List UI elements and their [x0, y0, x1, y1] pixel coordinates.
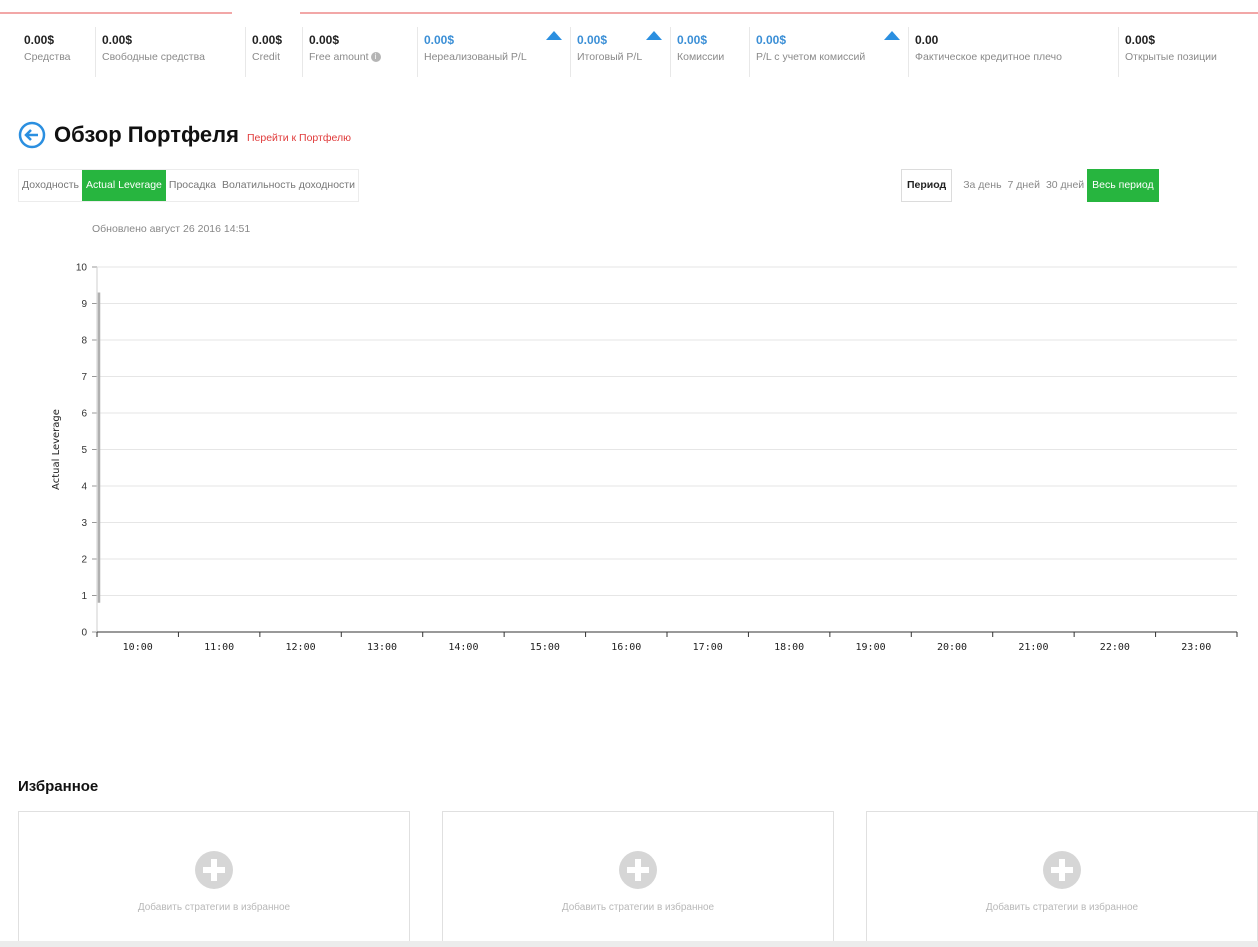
favorite-card[interactable]: Добавить стратегии в избранное — [866, 811, 1258, 947]
x-tick-label: 15:00 — [530, 642, 560, 653]
period-option[interactable]: 30 дней — [1043, 169, 1087, 202]
x-tick-label: 18:00 — [774, 642, 804, 653]
stat-value: 0.00$ — [309, 33, 340, 47]
updated-timestamp: Обновлено август 26 2016 14:51 — [92, 223, 251, 235]
period-option[interactable]: За день — [960, 169, 1004, 202]
top-accent-line — [0, 12, 1258, 14]
stat-value: 0.00$ — [252, 33, 283, 47]
tab-доходность[interactable]: Доходность — [19, 170, 82, 201]
x-tick-label: 11:00 — [204, 642, 234, 653]
plus-circle-icon[interactable] — [1042, 850, 1082, 890]
portfolio-header: Обзор Портфеля Перейти к Портфелю — [18, 121, 351, 149]
x-tick-label: 16:00 — [611, 642, 641, 653]
y-tick-label: 4 — [81, 482, 87, 493]
stat-item: 0.00$ Итоговый P/L — [571, 27, 671, 77]
stat-value: 0.00 — [915, 33, 939, 47]
trend-up-icon — [546, 31, 562, 40]
stat-label: Free amount i — [309, 51, 411, 63]
stat-item: 0.00 Фактическое кредитное плечо — [909, 27, 1119, 77]
stat-label: Итоговый P/L — [577, 51, 643, 63]
stat-value: 0.00$ — [756, 33, 787, 47]
y-tick-label: 3 — [81, 518, 87, 529]
back-arrow-icon[interactable] — [18, 121, 46, 149]
x-tick-label: 10:00 — [123, 642, 153, 653]
x-tick-label: 19:00 — [856, 642, 886, 653]
add-strategy-text: Добавить стратегии в избранное — [561, 902, 715, 913]
y-tick-label: 1 — [81, 591, 87, 602]
top-accent-gap — [232, 10, 300, 16]
trend-up-icon — [884, 31, 900, 40]
chart-tabs: Доходность Actual Leverage Просадка Волатил… — [18, 169, 359, 202]
y-tick-label: 2 — [81, 555, 87, 566]
stat-item: 0.00$ Free amount i — [303, 27, 418, 77]
y-tick-label: 6 — [81, 409, 87, 420]
stat-label: Нереализованый P/L — [424, 51, 527, 63]
y-tick-label: 8 — [81, 336, 87, 347]
stat-label: Комиссии — [677, 51, 725, 63]
period-label: Период — [901, 169, 953, 202]
stat-value: 0.00$ — [102, 33, 133, 47]
bottom-scroll-bar — [0, 941, 1258, 947]
info-icon[interactable]: i — [370, 52, 381, 63]
y-tick-label: 10 — [76, 263, 88, 274]
x-tick-label: 20:00 — [937, 642, 967, 653]
stat-item: 0.00$ Комиссии — [671, 27, 750, 77]
stat-label: Свободные средства — [102, 51, 205, 63]
y-axis-label: Actual Leverage — [51, 409, 62, 490]
stat-item: 0.00$ Credit — [246, 27, 303, 77]
x-tick-label: 17:00 — [693, 642, 723, 653]
period-selector: Период За день 7 дней 30 дней Весь период — [901, 169, 1159, 202]
favorites-title: Избранное — [18, 778, 99, 795]
favorite-card[interactable]: Добавить стратегии в избранное — [442, 811, 834, 947]
x-tick-label: 21:00 — [1018, 642, 1048, 653]
y-tick-label: 5 — [81, 445, 87, 456]
go-to-portfolio-link[interactable]: Перейти к Портфелю — [247, 132, 351, 144]
tab-просадка[interactable]: Просадка — [166, 170, 219, 201]
stat-item: 0.00$ Нереализованый P/L — [418, 27, 571, 77]
x-tick-label: 13:00 — [367, 642, 397, 653]
stat-item: 0.00$ Открытые позиции — [1119, 27, 1258, 77]
x-tick-label: 14:00 — [448, 642, 478, 653]
tab-actual-leverage[interactable]: Actual Leverage — [82, 170, 166, 201]
plus-circle-icon[interactable] — [194, 850, 234, 890]
stat-value: 0.00$ — [1125, 33, 1156, 47]
favorite-card[interactable]: Добавить стратегии в избранное — [18, 811, 410, 947]
trend-up-icon — [646, 31, 662, 40]
stat-item: 0.00$ P/L с учетом комиссий — [750, 27, 909, 77]
stat-label: Открытые позиции — [1125, 51, 1217, 63]
period-option[interactable]: Весь период — [1087, 169, 1159, 202]
stat-label: Credit — [252, 51, 281, 63]
leverage-chart: 0 1 2 3 4 5 6 7 8 9 10 10:00 11:00 12:00 13:00 14:00 15:… — [51, 263, 1238, 653]
tab-волатильность-доходности[interactable]: Волатильность доходности — [219, 170, 358, 201]
stat-label: P/L с учетом комиссий — [756, 51, 866, 63]
page-title: Обзор Портфеля — [54, 122, 239, 147]
stat-value: 0.00$ — [677, 33, 708, 47]
stat-label: Фактическое кредитное плечо — [915, 51, 1062, 63]
y-tick-label: 7 — [81, 372, 87, 383]
account-stats-bar: 0.00$ Средства 0.00$ Свободные средства 0.00… — [18, 27, 1258, 77]
x-tick-label: 23:00 — [1181, 642, 1211, 653]
add-strategy-text: Добавить стратегии в избранное — [137, 902, 291, 913]
period-option[interactable]: 7 дней — [1005, 169, 1043, 202]
stat-item: 0.00$ Свободные средства — [96, 27, 246, 77]
y-tick-label: 9 — [81, 299, 87, 310]
x-tick-label: 22:00 — [1100, 642, 1130, 653]
stat-label: Средства — [24, 51, 71, 63]
stat-value: 0.00$ — [24, 33, 55, 47]
stat-value: 0.00$ — [424, 33, 455, 47]
stat-item: 0.00$ Средства — [18, 27, 96, 77]
y-tick-label: 0 — [81, 628, 87, 639]
plus-circle-icon[interactable] — [618, 850, 658, 890]
add-strategy-text: Добавить стратегии в избранное — [985, 902, 1139, 913]
x-tick-label: 12:00 — [286, 642, 316, 653]
